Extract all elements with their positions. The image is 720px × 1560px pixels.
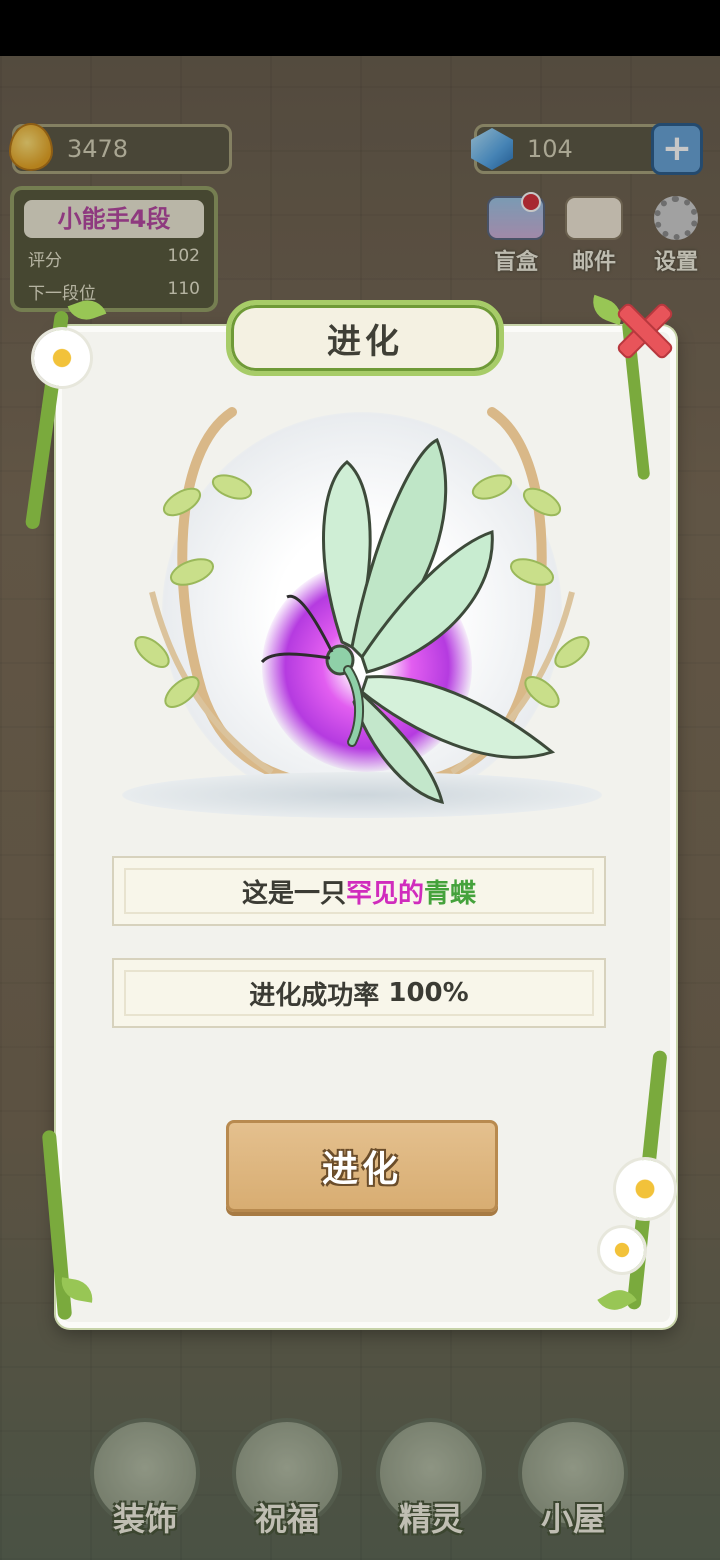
description-name: 青蝶 [424,878,477,909]
description-box: 这是一只 罕见的 青蝶 [112,856,606,926]
evolve-button[interactable]: 进化 [226,1120,498,1212]
daisy-icon [616,1160,674,1218]
success-rate-box: 进化成功率 100% [112,958,606,1028]
daisy-icon [600,1228,644,1272]
description-rarity: 罕见的 [345,878,424,909]
success-rate-value: 100% [388,978,469,1008]
butterfly-illustration [112,392,612,832]
dialog-title: 进化 [226,300,504,376]
description-prefix: 这是一只 [241,878,346,909]
daisy-icon [34,330,90,386]
success-rate-label: 进化成功率 [249,980,380,1011]
close-icon[interactable] [614,300,670,356]
green-butterfly-icon [260,437,556,805]
